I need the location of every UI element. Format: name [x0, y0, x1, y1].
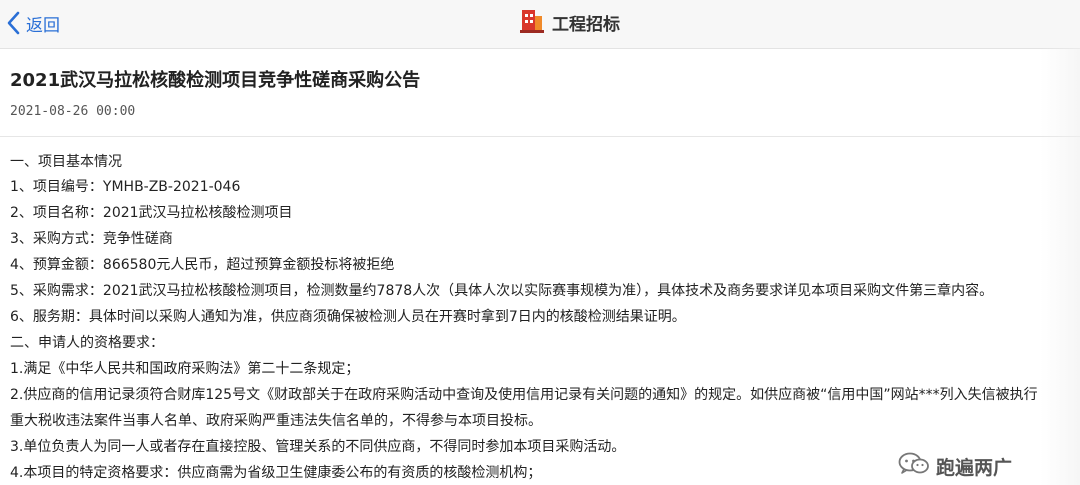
nav-title-group: 工程招标 [520, 6, 620, 38]
body-line: 5、采购需求：2021武汉马拉松核酸检测项目，检测数量约7878人次（具体人次以… [10, 283, 994, 299]
watermark-text: 跑遍两广 [936, 456, 1013, 479]
body-line: 2.供应商的信用记录须符合财库125号文《财政部关于在政府采购活动中查询及使用信… [10, 387, 1038, 403]
body-line: 3.单位负责人为同一人或者存在直接控股、管理关系的不同供应商，不得同时参加本项目… [10, 439, 626, 455]
section-heading: 一、项目基本情况 [10, 154, 122, 170]
article-date: 2021-08-26 00:00 [10, 104, 136, 119]
body-line: 6、服务期：具体时间以采购人通知为准，供应商须确保被检测人员在开赛时拿到7日内的… [10, 309, 686, 325]
body-line: 重大税收违法案件当事人名单、政府采购严重违法失信名单的，不得参与本项目投标。 [10, 413, 542, 429]
edge-shade [1040, 48, 1080, 485]
building-logo-icon [520, 7, 544, 37]
chevron-left-icon [6, 11, 20, 35]
body-line: 4、预算金额：866580元人民币，超过预算金额投标将被拒绝 [10, 257, 395, 273]
body-line: 3、采购方式：竞争性磋商 [10, 231, 173, 247]
section-heading: 二、申请人的资格要求： [10, 335, 164, 351]
body-line: 1、项目编号：YMHB-ZB-2021-046 [10, 179, 241, 195]
body-line: 2、项目名称：2021武汉马拉松核酸检测项目 [10, 205, 293, 221]
body-line: 4.本项目的特定资格要求：供应商需为省级卫生健康委公布的有资质的核酸检测机构； [10, 465, 542, 481]
back-label: 返回 [26, 15, 60, 36]
article-title: 2021武汉马拉松核酸检测项目竞争性磋商采购公告 [10, 70, 421, 91]
back-button[interactable]: 返回 [6, 8, 60, 38]
watermark: 跑遍两广 [898, 452, 1012, 480]
content-divider [0, 136, 1080, 137]
body-line: 1.满足《中华人民共和国政府采购法》第二十二条规定； [10, 361, 360, 377]
wechat-icon [898, 452, 930, 480]
top-nav-bar: 返回 工程招标 [0, 0, 1080, 49]
page-title: 工程招标 [552, 14, 620, 35]
